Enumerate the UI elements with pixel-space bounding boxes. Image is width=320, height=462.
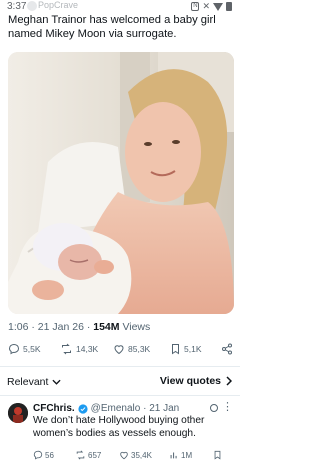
tweet-photo[interactable] bbox=[8, 52, 234, 314]
tweet-actions: 5,5K 14,3K 85,3K 5,1K bbox=[8, 343, 234, 357]
reply-date: 21 Jan bbox=[149, 403, 180, 414]
chevron-right-icon bbox=[226, 376, 232, 386]
repost-count: 14,3K bbox=[76, 344, 99, 354]
reply-author-name[interactable]: CFChris. bbox=[33, 403, 75, 414]
wifi-icon bbox=[213, 2, 223, 11]
status-icons: N ✕ bbox=[191, 2, 232, 11]
reply-repost-button[interactable]: 657 bbox=[75, 450, 101, 460]
tweet-time: 1:06 bbox=[8, 321, 29, 333]
tweet-date: 21 Jan 26 bbox=[37, 321, 84, 333]
reply-views-count: 1M bbox=[181, 450, 193, 460]
bookmark-button[interactable]: 5,1K bbox=[170, 343, 202, 355]
bookmark-icon bbox=[172, 344, 179, 355]
more-options-icon[interactable]: ⋮ bbox=[222, 400, 233, 413]
repost-icon bbox=[62, 343, 71, 355]
reply-repost-count: 657 bbox=[88, 450, 102, 460]
repost-button[interactable]: 14,3K bbox=[60, 343, 98, 355]
reply-views-button[interactable]: 1M bbox=[169, 450, 192, 460]
view-quotes-label: View quotes bbox=[159, 375, 221, 387]
reply-bookmark-button[interactable] bbox=[213, 450, 222, 460]
ghost-author-name: PopCrave bbox=[38, 0, 79, 10]
views-label: Views bbox=[122, 321, 151, 333]
views-count: 154M bbox=[93, 321, 120, 333]
sort-dropdown[interactable]: Relevant bbox=[7, 376, 62, 388]
reply-actions: 56 657 35,4K 1M bbox=[33, 450, 233, 462]
divider bbox=[0, 366, 240, 367]
reply-reply-count: 56 bbox=[45, 450, 54, 460]
status-time: 3:37 bbox=[7, 1, 27, 12]
reply-button[interactable]: 5,5K bbox=[8, 343, 41, 355]
heart-icon bbox=[114, 345, 124, 355]
bookmark-icon bbox=[214, 450, 221, 460]
view-quotes-link[interactable]: View quotes bbox=[160, 375, 232, 387]
views-icon bbox=[170, 452, 177, 459]
reply-text: We don’t hate Hollywood buying other wom… bbox=[33, 415, 205, 439]
meta-separator: · bbox=[83, 321, 94, 333]
chevron-down-icon bbox=[52, 379, 62, 385]
status-bar: 3:37 PopCrave N ✕ bbox=[0, 0, 240, 14]
grok-icon[interactable] bbox=[210, 404, 218, 412]
meta-separator: · bbox=[28, 321, 38, 333]
ghost-avatar bbox=[27, 1, 37, 11]
reply-icon bbox=[8, 343, 20, 355]
avatar[interactable] bbox=[8, 403, 28, 423]
reply-separator: · bbox=[140, 403, 150, 414]
reply-count: 5,5K bbox=[23, 344, 41, 354]
like-count: 85,3K bbox=[128, 344, 151, 354]
tweet-text: Meghan Trainor has welcomed a baby girl … bbox=[8, 14, 216, 40]
repost-icon bbox=[76, 450, 85, 460]
reply-reply-button[interactable]: 56 bbox=[33, 450, 54, 460]
sort-label: Relevant bbox=[7, 376, 49, 388]
no-signal-icon: ✕ bbox=[202, 1, 210, 11]
reply-header: CFChris. @Emenalo · 21 Jan bbox=[33, 403, 179, 414]
share-button[interactable] bbox=[221, 343, 233, 355]
reply-like-count: 35,4K bbox=[131, 450, 152, 460]
share-icon bbox=[222, 343, 232, 355]
reply-like-button[interactable]: 35,4K bbox=[119, 450, 152, 460]
like-button[interactable]: 85,3K bbox=[113, 343, 150, 355]
reply-author-handle[interactable]: @Emenalo bbox=[91, 403, 141, 414]
divider bbox=[0, 395, 240, 396]
battery-icon bbox=[226, 2, 232, 11]
heart-icon bbox=[120, 451, 128, 460]
avatar-image bbox=[8, 403, 28, 423]
bookmark-count: 5,1K bbox=[184, 344, 202, 354]
reply-icon bbox=[33, 450, 43, 460]
nfc-icon: N bbox=[191, 2, 200, 11]
verified-badge-icon bbox=[78, 403, 88, 414]
tweet-meta: 1:06 · 21 Jan 26 · 154M Views bbox=[8, 321, 150, 333]
